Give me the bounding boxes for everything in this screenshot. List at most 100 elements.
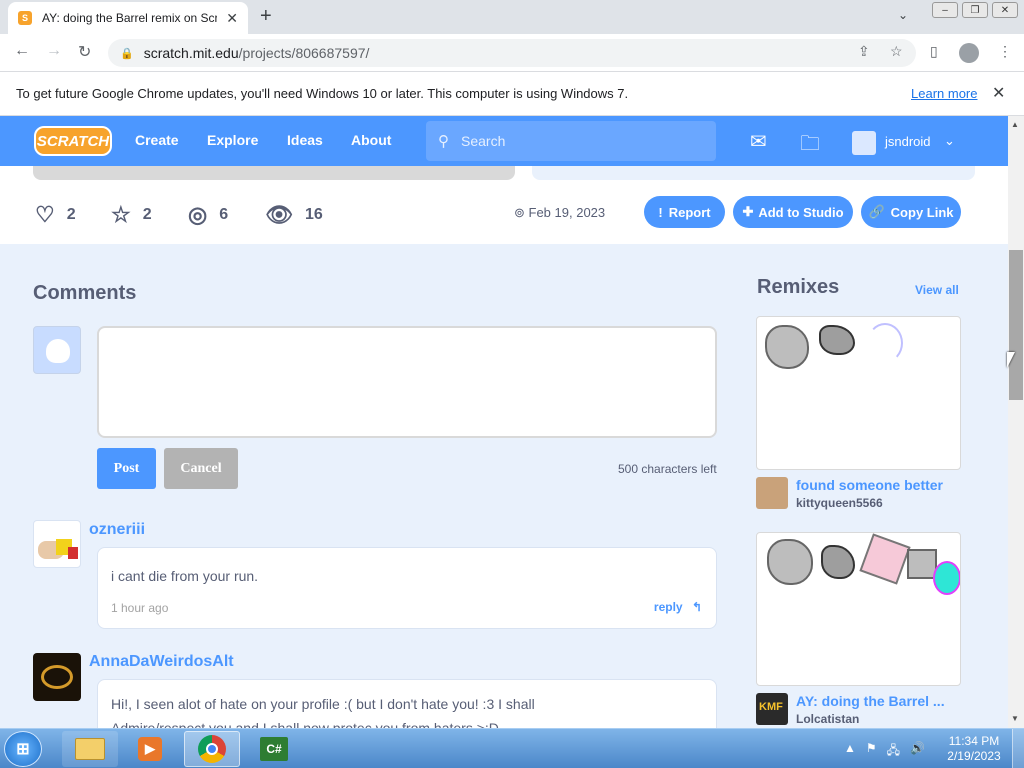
commenter-name[interactable]: AnnaDaWeirdosAlt (89, 653, 234, 671)
add-to-studio-label: Add to Studio (758, 204, 844, 220)
restore-icon[interactable]: ❐ (962, 2, 988, 18)
url-domain: scratch.mit.edu (143, 45, 239, 61)
views-stat: 👁 16 (265, 202, 323, 228)
menu-kebab-icon[interactable]: ⋮ (998, 43, 1012, 60)
tab-title: AY: doing the Barrel remix on Scratch (42, 11, 217, 25)
show-desktop-button[interactable] (1012, 729, 1024, 768)
report-button[interactable]: ! Report (644, 196, 725, 228)
new-tab-icon[interactable]: + (260, 6, 272, 26)
comment-textarea[interactable] (97, 326, 717, 438)
remix-spiral-icon: ◎ (188, 202, 208, 227)
project-player-bottom (33, 166, 515, 180)
share-date-text: Feb 19, 2023 (528, 205, 606, 220)
network-icon[interactable]: 🖧 (887, 741, 900, 762)
user-avatar[interactable] (852, 131, 876, 155)
view-all-link[interactable]: View all (915, 283, 959, 297)
browser-toolbar: ← → ↻ 🔒 scratch.mit.edu /projects/806687… (0, 34, 1024, 72)
csharp-app-icon[interactable]: C# (246, 731, 302, 767)
comment-time: 1 hour ago (111, 601, 169, 615)
page-scrollbar[interactable] (1008, 116, 1024, 728)
tab-search-chevron-icon[interactable]: ⌄ (898, 8, 908, 22)
start-button-icon[interactable]: ⊞ (4, 731, 42, 767)
media-player-icon[interactable]: ▶ (122, 731, 178, 767)
commenter-avatar[interactable] (33, 520, 81, 568)
address-bar[interactable]: 🔒 scratch.mit.edu /projects/806687597/ (108, 39, 916, 67)
system-tray: ▲ ⚑ 🖧 🔊 (844, 741, 925, 762)
bookmark-star-icon[interactable]: ☆ (890, 43, 903, 60)
remix-author[interactable]: kittyqueen5566 (796, 496, 883, 510)
commenter-name[interactable]: ozneriii (89, 521, 145, 539)
remix-stat: ◎ 6 (188, 202, 228, 228)
scratch-favicon-icon: S (18, 11, 32, 25)
share-icon[interactable]: ⇪ (858, 43, 870, 60)
search-placeholder: Search (461, 133, 506, 149)
project-page-content: ♡ 2 ☆ 2 ◎ 6 👁 16 ⊚ Feb 19, 2023 ! Report (0, 166, 1008, 728)
comment-text-line-1: Hi!, I seen alot of hate on your profile… (111, 696, 535, 712)
view-count: 16 (304, 206, 323, 223)
project-notes-bottom (532, 166, 975, 180)
infobar-close-icon[interactable]: ✕ (992, 83, 1005, 103)
reload-icon[interactable]: ↻ (78, 42, 91, 62)
learn-more-link[interactable]: Learn more (911, 86, 977, 101)
remix-thumbnail[interactable] (756, 532, 961, 686)
remix-thumbnail[interactable] (756, 316, 961, 470)
nav-ideas[interactable]: Ideas (287, 132, 323, 148)
scroll-down-icon[interactable]: ▼ (1011, 714, 1019, 723)
remixes-heading: Remixes (757, 276, 840, 298)
infobar-message: To get future Google Chrome updates, you… (16, 86, 629, 101)
cancel-button[interactable]: Cancel (164, 448, 238, 489)
remix-author[interactable]: Lolcatistan (796, 712, 859, 726)
commenter-avatar[interactable] (33, 653, 81, 701)
scroll-up-icon[interactable]: ▲ (1011, 120, 1019, 129)
window-close-icon[interactable]: ✕ (992, 2, 1018, 18)
comment-bubble: i cant die from your run. 1 hour ago rep… (97, 547, 717, 629)
love-count: 2 (66, 206, 76, 223)
my-avatar (33, 326, 81, 374)
reply-button[interactable]: reply ↰ (654, 600, 702, 614)
taskbar-clock[interactable]: 11:34 PM 2/19/2023 (944, 734, 1004, 764)
report-label: Report (668, 204, 711, 220)
characters-left: 500 characters left (618, 462, 717, 476)
volume-icon[interactable]: 🔊 (910, 741, 925, 762)
explorer-folder-icon[interactable] (62, 731, 118, 767)
windows-taskbar: ⊞ ▶ C# ▲ ⚑ 🖧 🔊 11:34 PM 2/19/2023 (0, 728, 1024, 768)
back-icon[interactable]: ← (14, 42, 30, 60)
copy-link-button[interactable]: 🔗 Copy Link (861, 196, 961, 228)
forward-icon[interactable]: → (46, 42, 62, 60)
nav-explore[interactable]: Explore (207, 132, 258, 148)
clock-time: 11:34 PM (948, 734, 1000, 748)
minimize-icon[interactable]: – (932, 2, 958, 18)
comments-heading: Comments (33, 282, 137, 304)
user-dropdown-chevron-icon[interactable]: ⌄ (944, 133, 955, 149)
nav-about[interactable]: About (351, 132, 391, 148)
remix-title[interactable]: AY: doing the Barrel ... (796, 693, 945, 709)
scrollbar-thumb[interactable] (1009, 250, 1023, 400)
love-stat[interactable]: ♡ 2 (35, 202, 76, 228)
remix-author-avatar[interactable] (756, 477, 788, 509)
url-path: /projects/806687597/ (238, 45, 370, 61)
favorite-stat[interactable]: ☆ 2 (111, 202, 152, 228)
clock-date: 2/19/2023 (947, 749, 1001, 763)
my-stuff-folder-icon[interactable]: 🗀 (800, 129, 820, 163)
post-button[interactable]: Post (97, 448, 156, 489)
add-to-studio-button[interactable]: ✚ Add to Studio (733, 196, 853, 228)
messages-icon[interactable]: ✉ (750, 129, 767, 154)
reply-arrow-icon: ↰ (691, 600, 702, 614)
tab-close-icon[interactable]: ✕ (226, 10, 238, 27)
tray-expand-icon[interactable]: ▲ (844, 741, 856, 762)
scratch-logo[interactable]: SCRATCH (34, 126, 112, 156)
remix-author-avatar[interactable]: KMF (756, 693, 788, 725)
comment-text: i cant die from your run. (111, 568, 259, 584)
chrome-icon[interactable] (184, 731, 240, 767)
search-icon: ⚲ (438, 133, 449, 150)
star-icon: ☆ (111, 202, 131, 227)
browser-tab[interactable]: S AY: doing the Barrel remix on Scratch … (8, 2, 248, 34)
side-panel-icon[interactable]: ▯ (930, 43, 938, 60)
username[interactable]: jsndroid (885, 134, 931, 149)
profile-icon[interactable] (959, 43, 979, 63)
search-input[interactable]: ⚲ Search (426, 121, 716, 161)
tab-strip: S AY: doing the Barrel remix on Scratch … (0, 0, 1024, 34)
action-center-flag-icon[interactable]: ⚑ (866, 741, 877, 762)
remix-title[interactable]: found someone better (796, 477, 943, 493)
nav-create[interactable]: Create (135, 132, 179, 148)
